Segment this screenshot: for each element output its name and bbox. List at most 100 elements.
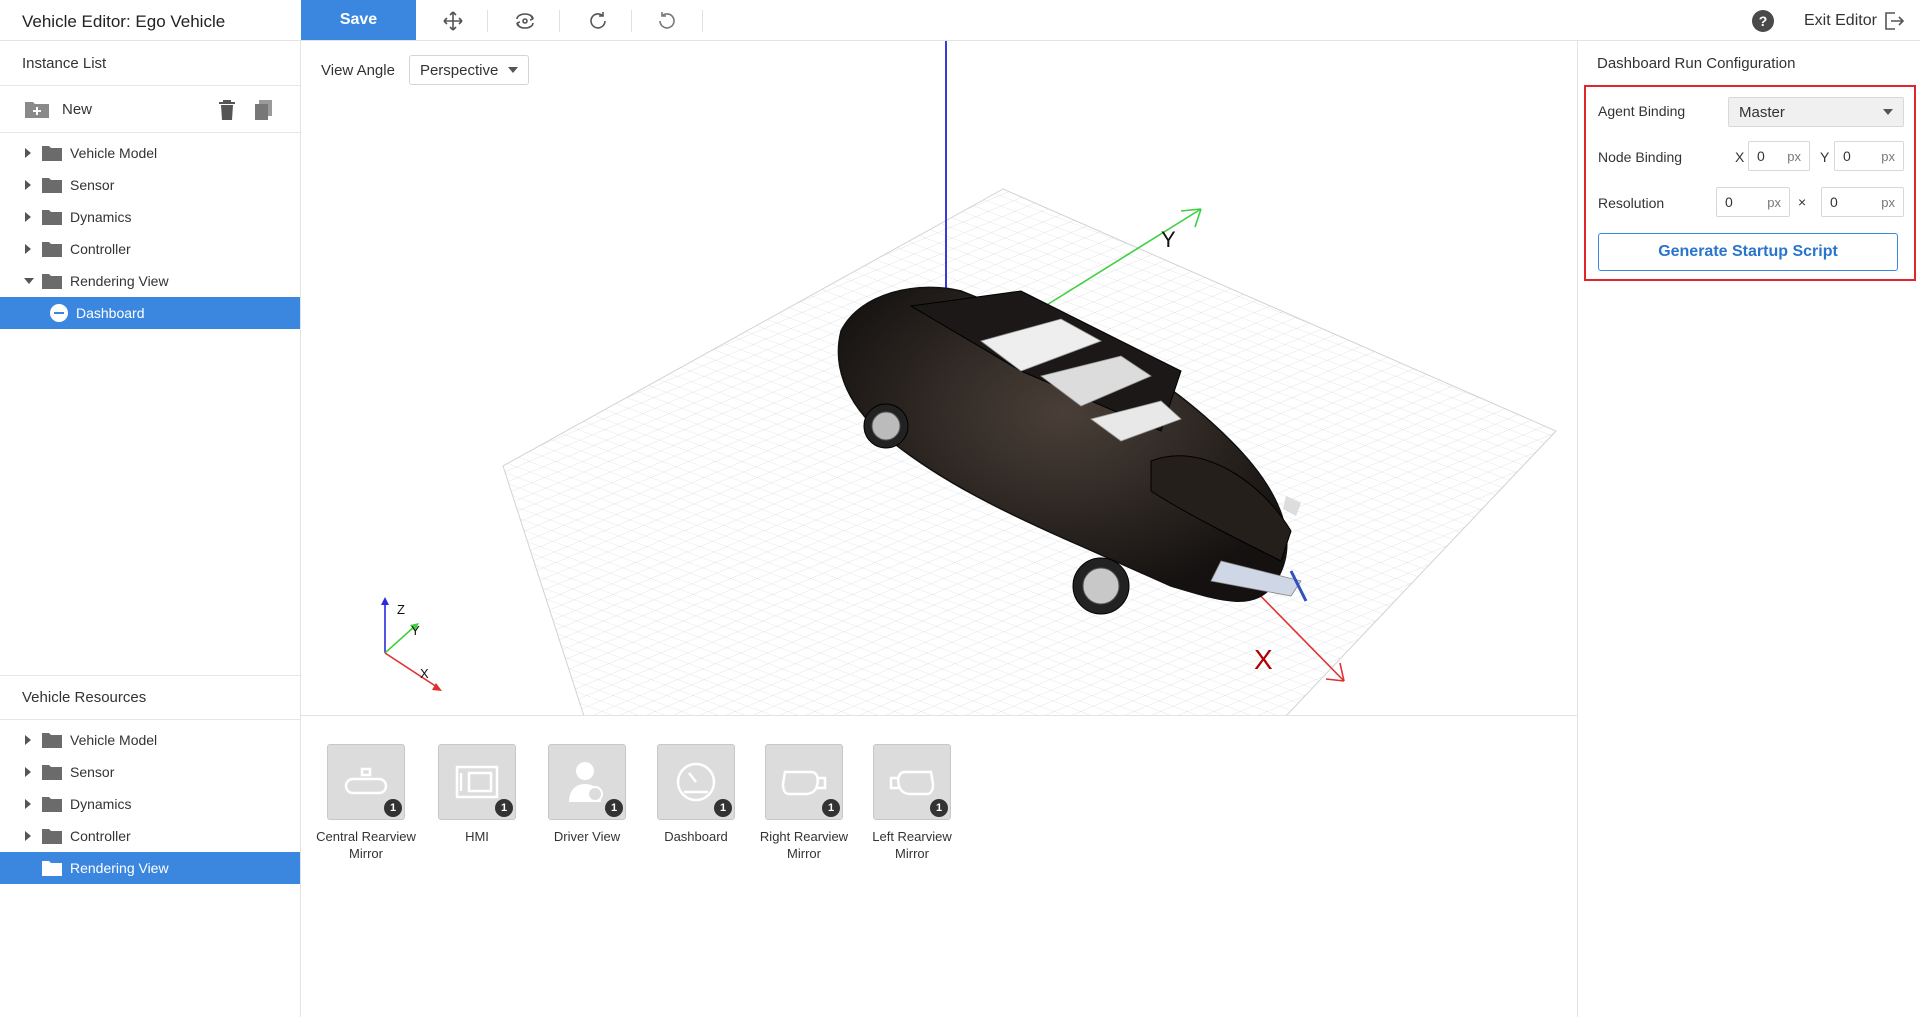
unit-label: px [1787,148,1801,164]
instance-list-header: Instance List [0,41,300,86]
agent-binding-select[interactable]: Master [1728,97,1904,127]
tree-item-label: Controller [70,241,131,257]
caret-right-icon[interactable] [24,148,34,158]
caret-right-icon[interactable] [24,735,34,745]
tree-item-controller[interactable]: Controller [0,233,300,265]
resource-tile-dashboard[interactable]: 1 Dashboard [640,744,752,845]
resource-tile-driver-view[interactable]: 1 Driver View [531,744,643,845]
caret-right-icon[interactable] [24,767,34,777]
tree-item-rendering-view[interactable]: Rendering View [0,265,300,297]
resource-label: HMI [465,829,489,844]
resource-label: Driver View [553,829,621,844]
resource-item-label: Sensor [70,764,115,780]
folder-icon [42,860,62,876]
tree-item-label: Vehicle Model [70,145,158,161]
unit-label: px [1767,194,1781,210]
vehicle-resources-panel: Vehicle Resources Vehicle Model Sensor D… [0,675,300,884]
caret-right-icon[interactable] [24,799,34,809]
undo-icon[interactable] [646,5,690,37]
resolution-width-input[interactable]: 0 px [1716,187,1790,217]
resource-item-vehicle-model[interactable]: Vehicle Model [0,724,300,756]
agent-binding-label: Agent Binding [1598,103,1686,119]
resolution-label: Resolution [1598,195,1665,211]
node-y-label: Y [1820,149,1830,165]
add-folder-icon [25,102,49,118]
save-button[interactable]: Save [301,0,416,40]
folder-icon [42,273,62,289]
exit-editor-label: Exit Editor [1804,12,1877,29]
resource-label: Central Rearview [316,829,416,844]
driver-icon [569,762,603,802]
rotate-view-icon[interactable] [503,5,547,37]
resource-item-sensor[interactable]: Sensor [0,756,300,788]
caret-down-icon[interactable] [24,277,34,285]
resource-count-badge: 1 [714,799,732,817]
new-instance-button[interactable]: New [24,99,92,119]
resource-tile-left-rearview-mirror[interactable]: 1 Left Rearview Mirror [856,744,968,862]
copy-icon[interactable] [254,99,274,124]
tree-item-dynamics[interactable]: Dynamics [0,201,300,233]
tree-item-dashboard[interactable]: Dashboard [0,297,300,329]
chevron-down-icon [1883,109,1893,115]
gizmo-x-label: X [420,666,429,681]
top-bar: Vehicle Editor: Ego Vehicle Save ? Exit … [0,0,1920,41]
resource-item-dynamics[interactable]: Dynamics [0,788,300,820]
node-y-value: 0 [1843,148,1851,164]
caret-right-icon[interactable] [24,244,34,254]
rearview-mirror-icon [344,767,388,795]
resource-item-label: Controller [70,828,131,844]
vehicle-resources-header: Vehicle Resources [0,675,300,720]
tree-item-sensor[interactable]: Sensor [0,169,300,201]
folder-icon [42,145,62,161]
run-configuration-form: Agent Binding Master Node Binding X 0 px… [1584,85,1916,281]
resource-label-line2: Mirror [787,846,821,861]
3d-viewport[interactable]: View Angle Perspective Y X Z Y X [301,41,1577,716]
redo-icon[interactable] [575,5,619,37]
resolution-height-input[interactable]: 0 px [1821,187,1904,217]
trash-icon[interactable] [217,99,237,124]
resource-count-badge: 1 [930,799,948,817]
caret-right-icon[interactable] [24,180,34,190]
node-x-input[interactable]: 0 px [1748,141,1810,171]
scene-canvas: Y X Z Y X [381,41,1557,715]
tree-item-label: Sensor [70,177,115,193]
resource-item-label: Vehicle Model [70,732,158,748]
node-y-input[interactable]: 0 px [1834,141,1904,171]
help-icon[interactable]: ? [1752,10,1774,32]
resource-count-badge: 1 [495,799,513,817]
y-axis-label: Y [1161,227,1176,252]
resource-tile-hmi[interactable]: 1 HMI [421,744,533,845]
unit-label: px [1881,194,1895,210]
view-angle-select[interactable]: Perspective [408,55,529,85]
resource-label: Dashboard [664,829,728,844]
generate-startup-script-button[interactable]: Generate Startup Script [1598,233,1898,271]
toolbar-divider [702,10,703,32]
resource-tiles: 1 Central Rearview Mirror 1 HMI 1 Driver … [301,716,1577,1017]
tree-item-label: Dynamics [70,209,132,225]
resource-item-controller[interactable]: Controller [0,820,300,852]
toolbar-divider [487,10,488,32]
agent-binding-value: Master [1739,103,1785,121]
resource-count-badge: 1 [384,799,402,817]
resource-item-rendering-view[interactable]: Rendering View [0,852,300,884]
move-icon[interactable] [431,5,475,37]
folder-icon [42,796,62,812]
view-angle-value: Perspective [419,61,499,79]
view-angle-label: View Angle [321,61,395,79]
tree-item-label: Dashboard [76,305,145,321]
resource-item-label: Rendering View [70,860,169,876]
node-binding-label: Node Binding [1598,149,1683,165]
resource-label: Right Rearview [759,829,849,844]
run-configuration-panel: Dashboard Run Configuration Agent Bindin… [1577,41,1920,1017]
tree-item-vehicle-model[interactable]: Vehicle Model [0,137,300,169]
exit-editor-button[interactable]: Exit Editor [1804,10,1905,32]
resource-tile-central-rearview-mirror[interactable]: 1 Central Rearview Mirror [310,744,422,862]
side-mirror-icon [781,770,827,796]
gizmo-z-label: Z [397,602,405,617]
caret-right-icon[interactable] [24,831,34,841]
caret-right-icon[interactable] [24,212,34,222]
x-axis-label: X [1254,644,1273,675]
resource-tile-right-rearview-mirror[interactable]: 1 Right Rearview Mirror [748,744,860,862]
toolbar-divider [631,10,632,32]
run-configuration-title: Dashboard Run Configuration [1597,55,1796,72]
